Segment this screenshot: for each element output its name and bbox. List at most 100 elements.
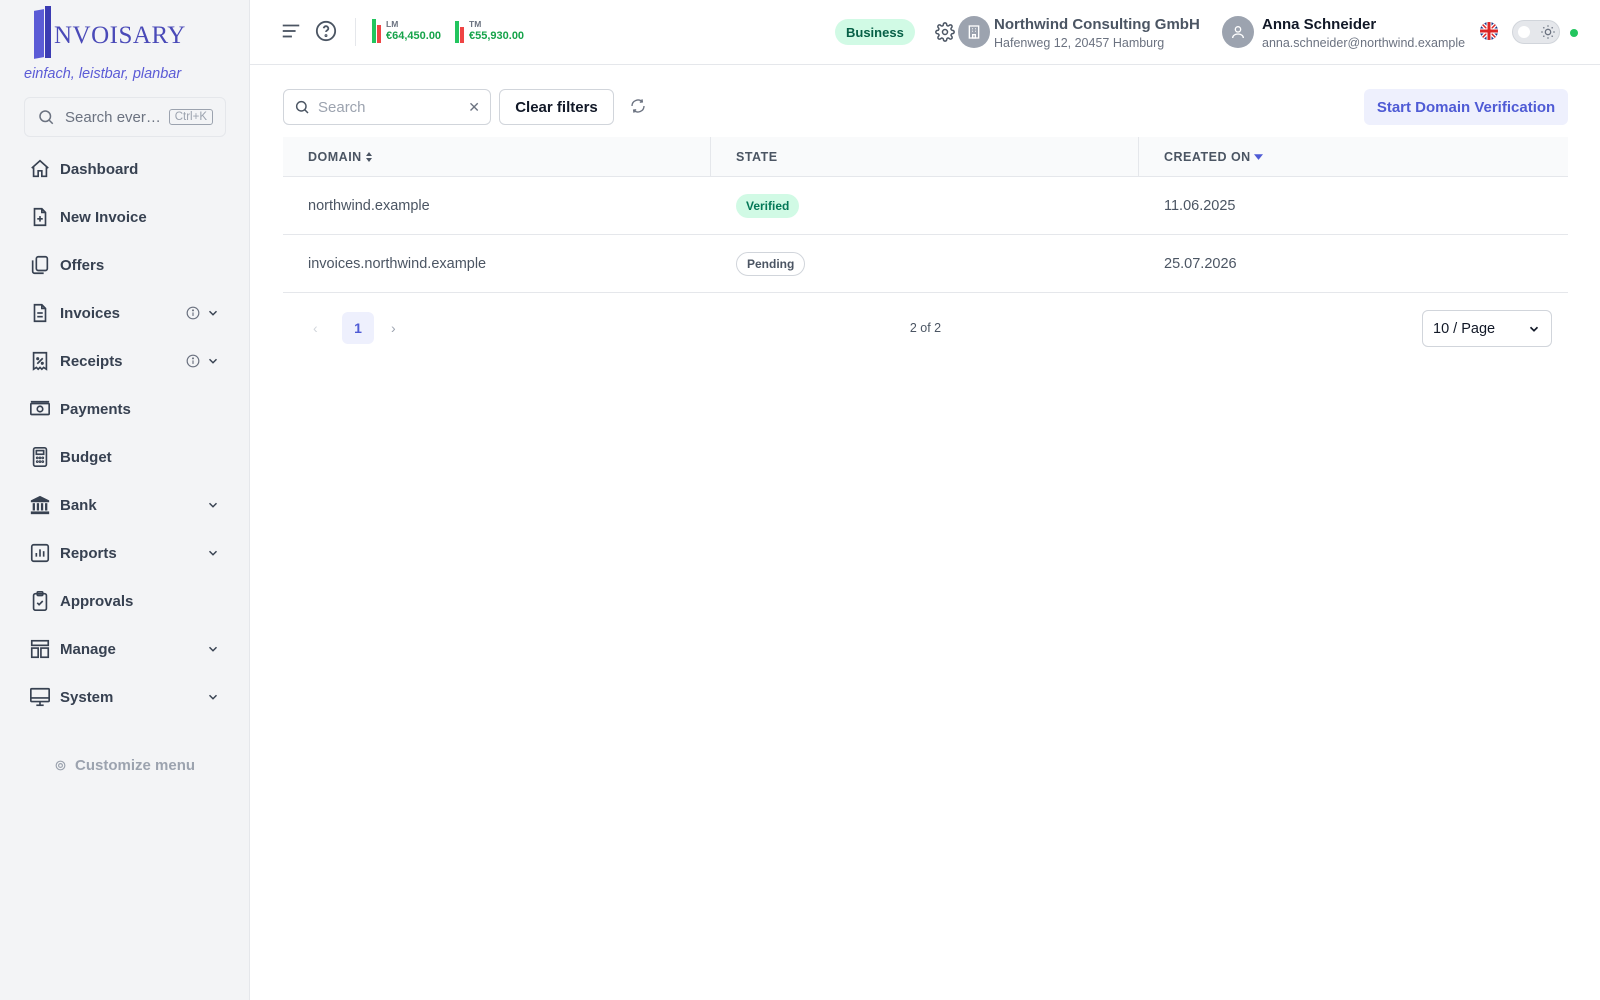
cell-domain: invoices.northwind.example	[308, 255, 487, 272]
search-shortcut-hint: Ctrl+K	[168, 109, 213, 125]
chevron-down-icon[interactable]	[206, 690, 220, 704]
sidebar-item-label: Receipts	[60, 352, 123, 370]
sidebar-item-reports[interactable]: Reports	[0, 529, 250, 577]
start-domain-verification-button[interactable]: Start Domain Verification	[1364, 89, 1568, 125]
sidebar-item-approvals[interactable]: Approvals	[0, 577, 250, 625]
toggle-knob	[1517, 25, 1531, 39]
info-icon[interactable]	[186, 354, 200, 368]
file-text-icon	[28, 301, 52, 325]
uk-flag-icon[interactable]	[1480, 22, 1498, 40]
user-name[interactable]: Anna Schneider	[1262, 16, 1376, 33]
table-search-placeholder: Search	[318, 98, 366, 116]
sort-icon[interactable]	[365, 151, 373, 163]
column-header-label: STATE	[736, 149, 778, 164]
chevron-down-icon[interactable]	[206, 546, 220, 560]
kpi-value: €64,450.00	[386, 30, 442, 42]
cell-state: Verified	[711, 177, 1139, 234]
sidebar-item-bank[interactable]: Bank	[0, 481, 250, 529]
bank-icon	[28, 493, 52, 517]
settings-gear-icon[interactable]	[935, 22, 955, 47]
company-avatar[interactable]	[958, 16, 990, 48]
user-avatar[interactable]	[1222, 16, 1254, 48]
sidebar-item-budget[interactable]: Budget	[0, 433, 250, 481]
sidebar-item-label: Offers	[60, 256, 105, 274]
menu-toggle-icon[interactable]	[280, 20, 302, 47]
online-status-dot	[1570, 29, 1578, 37]
user-email: anna.schneider@northwind.example	[1262, 36, 1466, 50]
column-header-label: CREATED ON	[1164, 149, 1251, 164]
page-size-value: 10 / Page	[1433, 320, 1496, 337]
kpi-label: LM	[386, 19, 399, 29]
kpi-label: TM	[469, 19, 482, 29]
help-icon[interactable]	[315, 20, 337, 47]
sidebar-item-dashboard[interactable]: Dashboard	[0, 145, 250, 193]
plan-badge: Business	[835, 19, 915, 45]
bar-chart-icon	[28, 541, 52, 565]
table-header: DOMAIN STATE CREATED ON	[283, 137, 1568, 177]
search-icon	[295, 100, 309, 114]
clipboard-check-icon	[28, 589, 52, 613]
sidebar-item-label: Bank	[60, 496, 97, 514]
building-icon	[968, 25, 980, 39]
pagination: ‹ 1 › 2 of 2 10 / Page	[283, 310, 1568, 347]
gear-icon	[55, 760, 66, 771]
global-search-placeholder: Search ever…	[65, 108, 161, 126]
column-header-created-on[interactable]: CREATED ON	[1139, 137, 1568, 176]
file-plus-icon	[28, 205, 52, 229]
status-badge: Verified	[736, 193, 800, 218]
kpi-mini-bars-icon	[372, 19, 382, 43]
table-row[interactable]: invoices.northwind.example Pending 25.07…	[283, 235, 1568, 293]
company-name[interactable]: Northwind Consulting GmbH	[994, 16, 1200, 33]
sidebar-item-invoices[interactable]: Invoices	[0, 289, 250, 337]
sidebar-item-label: Reports	[60, 544, 117, 562]
sidebar-item-receipts[interactable]: Receipts	[0, 337, 250, 385]
user-icon	[1232, 26, 1244, 39]
page-size-select[interactable]: 10 / Page	[1422, 310, 1552, 347]
layout-icon	[28, 637, 52, 661]
info-icon[interactable]	[186, 306, 200, 320]
banknote-icon	[28, 397, 52, 421]
global-search-input[interactable]: Search ever… Ctrl+K	[24, 97, 226, 137]
sidebar-item-label: Budget	[60, 448, 112, 466]
chevron-down-icon[interactable]	[206, 354, 220, 368]
table-row[interactable]: northwind.example Verified 11.06.2025	[283, 177, 1568, 235]
theme-toggle[interactable]	[1512, 20, 1560, 44]
header-divider	[355, 18, 356, 46]
refresh-icon[interactable]	[630, 98, 646, 119]
column-header-domain[interactable]: DOMAIN	[283, 137, 711, 176]
logo-text: NVOISARY	[54, 22, 186, 49]
chevron-down-icon[interactable]	[206, 642, 220, 656]
chevron-down-icon[interactable]	[206, 306, 220, 320]
cell-created-on: 25.07.2026	[1164, 255, 1237, 272]
sun-icon	[1540, 24, 1556, 45]
column-header-state: STATE	[711, 137, 1139, 176]
domains-table: DOMAIN STATE CREATED ON northwind.exampl…	[283, 137, 1568, 293]
sidebar-item-new-invoice[interactable]: New Invoice	[0, 193, 250, 241]
sidebar-item-label: Dashboard	[60, 160, 139, 178]
sidebar-item-label: Approvals	[60, 592, 134, 610]
column-header-label: DOMAIN	[308, 149, 362, 164]
customize-menu-button[interactable]: Customize menu	[54, 757, 195, 774]
sidebar-item-payments[interactable]: Payments	[0, 385, 250, 433]
sidebar-item-label: Payments	[60, 400, 131, 418]
chevron-down-icon[interactable]	[206, 498, 220, 512]
table-search-input[interactable]: Search ✕	[283, 89, 491, 125]
chevron-down-icon	[1529, 326, 1539, 332]
sidebar-item-label: System	[60, 688, 114, 706]
sidebar-item-system[interactable]: System	[0, 673, 250, 721]
clear-search-icon[interactable]: ✕	[468, 99, 480, 116]
app-logo[interactable]: NVOISARY	[34, 6, 186, 59]
sort-desc-icon[interactable]	[1253, 152, 1263, 161]
calculator-icon	[28, 445, 52, 469]
logo-mark-icon	[34, 6, 52, 59]
kpi-last-month: LM €64,450.00	[372, 19, 441, 43]
clear-filters-button[interactable]: Clear filters	[499, 89, 614, 125]
sidebar-item-offers[interactable]: Offers	[0, 241, 250, 289]
sidebar-item-manage[interactable]: Manage	[0, 625, 250, 673]
pagination-count: 2 of 2	[909, 321, 942, 335]
sidebar-item-label: New Invoice	[60, 208, 147, 226]
cell-domain: northwind.example	[308, 197, 430, 214]
kpi-this-month: TM €55,930.00	[455, 19, 524, 43]
company-address: Hafenweg 12, 20457 Hamburg	[994, 36, 1165, 50]
home-icon	[28, 157, 52, 181]
